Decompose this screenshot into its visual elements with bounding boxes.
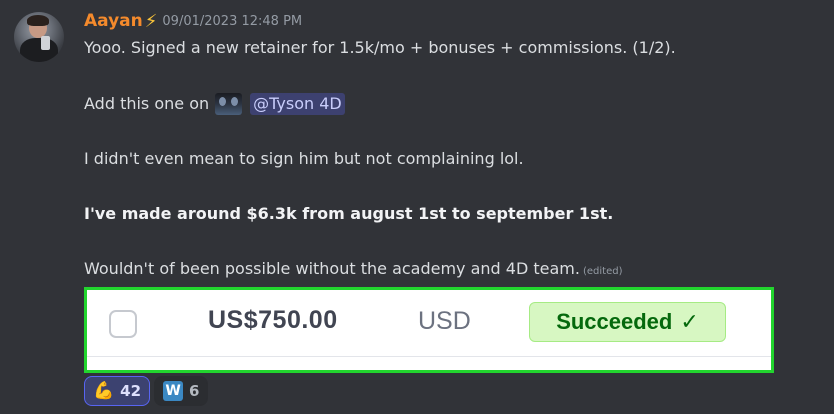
edited-label: (edited): [582, 266, 623, 277]
divider: [87, 356, 771, 357]
message-line-5: Wouldn't of been possible without the ac…: [84, 258, 623, 283]
status-label: Succeeded: [556, 309, 673, 334]
reaction-count: 42: [120, 382, 142, 400]
user-mention[interactable]: @Tyson 4D: [250, 93, 345, 115]
message-line-3: I didn't even mean to sign him but not c…: [84, 149, 524, 168]
status-badge: Succeeded ✓: [529, 302, 726, 342]
payment-amount: US$750.00: [208, 306, 338, 334]
message-header: Aayan ⚡ 09/01/2023 12:48 PM: [84, 9, 302, 33]
message-line-4-bold: I've made around $6.3k from august 1st t…: [84, 204, 614, 223]
reaction-flexed-biceps[interactable]: 💪 42: [84, 376, 151, 406]
payment-screenshot-attachment[interactable]: US$750.00 USD Succeeded ✓: [84, 287, 774, 373]
message-line-2: Add this one on @Tyson 4D: [84, 92, 345, 116]
payment-currency: USD: [418, 307, 471, 335]
mention-avatar-image: [215, 92, 243, 115]
timestamp[interactable]: 09/01/2023 12:48 PM: [162, 14, 302, 29]
flexed-biceps-icon: 💪: [93, 380, 115, 401]
lightning-icon: ⚡: [144, 10, 158, 32]
avatar-body-shape: [20, 38, 58, 62]
reactions-bar: 💪 42 W 6: [84, 376, 209, 406]
reaction-w[interactable]: W 6: [154, 376, 209, 406]
check-icon: ✓: [680, 309, 699, 334]
checkbox: [109, 310, 137, 338]
message-line-1: Yooo. Signed a new retainer for 1.5k/mo …: [84, 38, 676, 57]
username[interactable]: Aayan: [84, 11, 143, 31]
message-line-5-text: Wouldn't of been possible without the ac…: [84, 259, 580, 278]
message-line-2-text: Add this one on: [84, 94, 210, 113]
w-letter-icon: W: [163, 381, 184, 401]
author-avatar[interactable]: [14, 12, 64, 62]
avatar-phone-shape: [41, 36, 50, 50]
avatar-hair-shape: [27, 15, 49, 26]
reaction-count: 6: [189, 382, 200, 400]
